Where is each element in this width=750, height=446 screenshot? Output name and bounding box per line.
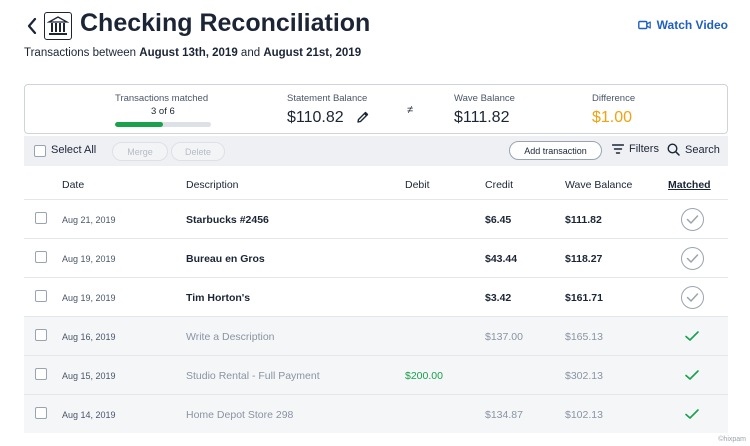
table-row[interactable]: Aug 15, 2019 Studio Rental - Full Payment… — [24, 355, 728, 394]
bank-icon — [44, 12, 72, 40]
table-row[interactable]: Aug 19, 2019 Tim Horton's $3.42 $161.71 — [24, 277, 728, 316]
row-date: Aug 21, 2019 — [62, 215, 116, 225]
matched-label: Transactions matched — [115, 93, 209, 104]
matched-progress-bar — [115, 122, 211, 127]
match-toggle-button[interactable] — [681, 286, 704, 309]
table-row[interactable]: Aug 16, 2019 Write a Description $137.00 $1… — [24, 316, 728, 355]
row-wave-balance: $165.13 — [565, 331, 603, 343]
row-date: Aug 16, 2019 — [62, 332, 116, 342]
row-credit: $134.87 — [485, 409, 523, 421]
edit-statement-balance-button[interactable] — [356, 110, 370, 124]
table-row[interactable]: Aug 21, 2019 Starbucks #2456 $6.45 $111.82 — [24, 199, 728, 238]
date-range-subtitle: Transactions between August 13th, 2019 a… — [24, 47, 361, 59]
search-icon — [667, 143, 680, 156]
matched-check-icon[interactable] — [684, 368, 700, 382]
row-description[interactable]: Home Depot Store 298 — [186, 409, 293, 421]
row-checkbox[interactable] — [35, 407, 47, 419]
matched-progress-fill — [115, 122, 163, 127]
table-toolbar: Select All Merge Delete Add transaction … — [24, 136, 728, 166]
pencil-icon — [357, 111, 369, 123]
row-checkbox[interactable] — [35, 329, 47, 341]
col-description[interactable]: Description — [186, 179, 239, 191]
col-debit[interactable]: Debit — [405, 179, 430, 191]
row-credit: $3.42 — [485, 292, 512, 304]
row-description[interactable]: Bureau en Gros — [186, 253, 265, 265]
col-date[interactable]: Date — [62, 179, 84, 191]
merge-button[interactable]: Merge — [112, 142, 168, 161]
add-transaction-button[interactable]: Add transaction — [509, 141, 602, 160]
row-wave-balance: $161.71 — [565, 292, 603, 304]
wave-balance-value: $111.82 — [454, 109, 510, 126]
row-checkbox[interactable] — [35, 212, 47, 224]
row-date: Aug 14, 2019 — [62, 410, 116, 420]
video-camera-icon — [637, 20, 651, 30]
row-debit: $200.00 — [405, 370, 443, 382]
check-icon — [686, 215, 699, 224]
subtitle-join: and — [240, 47, 261, 59]
statement-balance-value: $110.82 — [287, 109, 344, 126]
select-all-checkbox[interactable] — [34, 145, 46, 157]
matched-count: 3 of 6 — [151, 106, 175, 117]
row-wave-balance: $302.13 — [565, 370, 603, 382]
watch-video-label: Watch Video — [656, 18, 728, 32]
row-credit: $43.44 — [485, 253, 518, 265]
row-wave-balance: $118.27 — [565, 253, 603, 265]
select-all-label[interactable]: Select All — [51, 144, 96, 156]
filter-icon — [612, 144, 624, 154]
chevron-left-icon — [27, 18, 37, 34]
back-button[interactable] — [22, 14, 42, 38]
reconciliation-summary: Transactions matched 3 of 6 Statement Ba… — [24, 84, 728, 134]
row-description[interactable]: Write a Description — [186, 331, 275, 343]
row-date: Aug 19, 2019 — [62, 254, 116, 264]
difference-label: Difference — [592, 93, 636, 104]
match-toggle-button[interactable] — [681, 208, 704, 231]
row-date: Aug 15, 2019 — [62, 371, 116, 381]
row-description[interactable]: Tim Horton's — [186, 292, 250, 304]
row-credit: $137.00 — [485, 331, 523, 343]
statement-balance-label: Statement Balance — [287, 93, 368, 104]
table-row[interactable]: Aug 19, 2019 Bureau en Gros $43.44 $118.27 — [24, 238, 728, 277]
watch-video-link[interactable]: Watch Video — [637, 18, 728, 32]
delete-button[interactable]: Delete — [171, 142, 225, 161]
difference-value: $1.00 — [592, 109, 633, 126]
col-matched[interactable]: Matched — [668, 179, 711, 191]
filters-button[interactable]: Filters — [612, 143, 659, 155]
match-toggle-button[interactable] — [681, 247, 704, 270]
row-checkbox[interactable] — [35, 251, 47, 263]
row-credit: $6.45 — [485, 214, 512, 226]
page-title: Checking Reconciliation — [80, 9, 371, 37]
row-wave-balance: $102.13 — [565, 409, 603, 421]
check-icon — [686, 254, 699, 263]
date-end: August 21st, 2019 — [263, 47, 362, 59]
search-label: Search — [685, 143, 720, 156]
row-checkbox[interactable] — [35, 368, 47, 380]
matched-check-icon[interactable] — [684, 329, 700, 343]
row-checkbox[interactable] — [35, 290, 47, 302]
page-header: Checking Reconciliation Watch Video — [0, 0, 750, 52]
matched-check-icon[interactable] — [684, 407, 700, 421]
row-description[interactable]: Starbucks #2456 — [186, 214, 269, 226]
row-date: Aug 19, 2019 — [62, 293, 116, 303]
wave-balance-label: Wave Balance — [454, 93, 515, 104]
subtitle-prefix: Transactions between — [24, 47, 137, 59]
check-icon — [686, 293, 699, 302]
row-wave-balance: $111.82 — [565, 214, 602, 226]
not-equal-sign: ≠ — [407, 104, 414, 116]
filters-label: Filters — [629, 143, 659, 155]
col-credit[interactable]: Credit — [485, 179, 513, 191]
table-header: Date Description Debit Credit Wave Balan… — [24, 166, 728, 199]
table-row[interactable]: Aug 14, 2019 Home Depot Store 298 $134.87 $… — [24, 394, 728, 433]
col-wave-balance[interactable]: Wave Balance — [565, 179, 632, 191]
date-start: August 13th, 2019 — [139, 47, 238, 59]
search-button[interactable]: Search — [667, 143, 720, 156]
row-description[interactable]: Studio Rental - Full Payment — [186, 370, 320, 382]
watermark: ©hixpam — [718, 436, 746, 443]
